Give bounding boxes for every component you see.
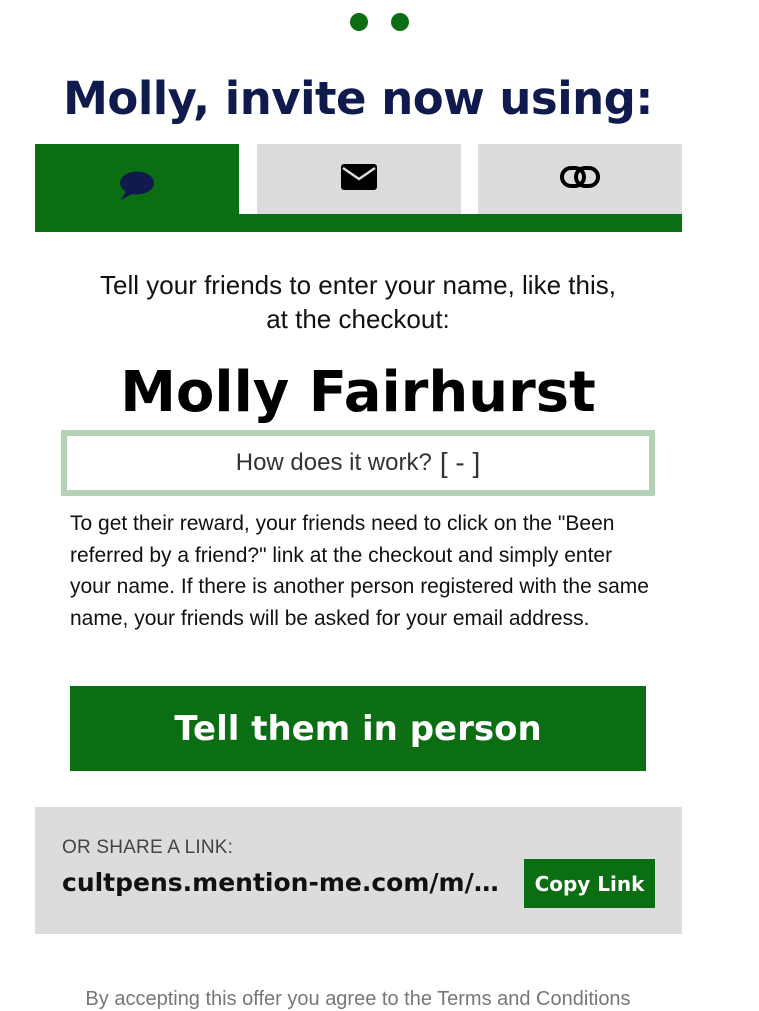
page-title: Molly, invite now using:: [63, 72, 653, 125]
chat-bubble-icon: [118, 170, 156, 206]
tab-in-person[interactable]: [35, 144, 239, 232]
instructions-text: Tell your friends to enter your name, li…: [100, 270, 616, 334]
referrer-name: Molly Fairhurst: [120, 360, 596, 425]
link-icon: [560, 164, 600, 194]
share-method-tabs: [35, 144, 682, 232]
copy-link-button[interactable]: Copy Link: [524, 859, 655, 908]
share-link-panel: OR SHARE A LINK: cultpens.mention-me.com…: [35, 807, 682, 934]
carousel-dot[interactable]: [349, 13, 368, 31]
envelope-icon: [340, 163, 378, 195]
tab-link[interactable]: [478, 144, 682, 214]
share-link-label: OR SHARE A LINK:: [62, 837, 234, 858]
tab-email[interactable]: [257, 144, 461, 214]
share-link-url[interactable]: cultpens.mention-me.com/m/ol/...: [62, 868, 510, 897]
carousel-dots: [0, 13, 759, 35]
collapse-toggle-indicator: [ - ]: [439, 447, 481, 478]
tell-in-person-button[interactable]: Tell them in person: [70, 686, 646, 771]
carousel-dot[interactable]: [391, 13, 410, 31]
how-it-works-toggle[interactable]: How does it work? [ - ]: [61, 430, 655, 496]
how-it-works-label: How does it work?: [235, 449, 432, 476]
how-it-works-explanation: To get their reward, your friends need t…: [70, 512, 649, 630]
